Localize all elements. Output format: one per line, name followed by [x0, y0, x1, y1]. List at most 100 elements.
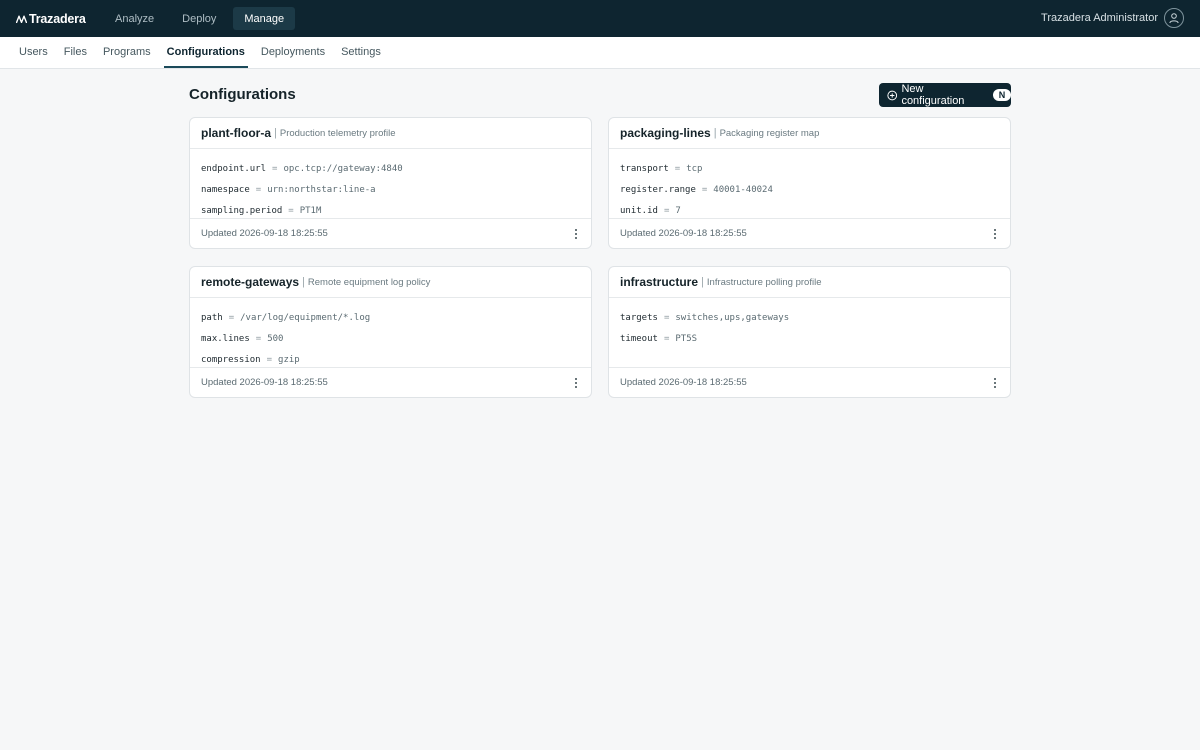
config-description: Packaging register map — [719, 127, 820, 139]
new-configuration-button[interactable]: New configuration N — [879, 83, 1011, 107]
user-icon — [1169, 13, 1179, 24]
entry-key: transport — [620, 163, 669, 174]
top-bar: Trazadera Analyze Deploy Manage Trazader… — [0, 0, 1200, 37]
config-entry: path = /var/log/equipment/*.log — [201, 307, 591, 328]
entry-value: tcp — [686, 163, 703, 174]
entry-value: urn:northstar:line-a — [267, 184, 376, 195]
config-description: Production telemetry profile — [279, 127, 396, 139]
config-entries: endpoint.url = opc.tcp://gateway:4840 na… — [190, 149, 591, 219]
tab-deployments[interactable]: Deployments — [258, 37, 328, 68]
tab-users[interactable]: Users — [16, 37, 51, 68]
updated-timestamp: Updated 2026-09-18 18:25:55 — [620, 377, 747, 388]
entry-equals: = — [255, 184, 262, 195]
card-footer: Updated 2026-09-18 18:25:55 — [190, 368, 591, 397]
updated-timestamp: Updated 2026-09-18 18:25:55 — [620, 228, 747, 239]
sub-nav: Users Files Programs Configurations Depl… — [0, 37, 1200, 69]
config-card-packaging-lines: packaging-lines | Packaging register map… — [608, 117, 1011, 249]
updated-timestamp: Updated 2026-09-18 18:25:55 — [201, 228, 328, 239]
entry-key: unit.id — [620, 205, 658, 216]
entry-key: register.range — [620, 184, 696, 195]
config-entries: transport = tcp register.range = 40001-4… — [609, 149, 1010, 219]
config-entry: unit.id = 7 — [620, 200, 1010, 221]
config-name[interactable]: packaging-lines — [620, 126, 711, 140]
entry-value: opc.tcp://gateway:4840 — [283, 163, 403, 174]
entry-value: switches,ups,gateways — [675, 312, 790, 323]
config-entry: register.range = 40001-40024 — [620, 179, 1010, 200]
card-header: infrastructure | Infrastructure polling … — [609, 267, 1010, 298]
config-entry: compression = gzip — [201, 349, 591, 370]
entry-key: max.lines — [201, 333, 250, 344]
entry-equals: = — [255, 333, 262, 344]
config-name[interactable]: infrastructure — [620, 275, 698, 289]
top-nav-item-analyze[interactable]: Analyze — [104, 7, 165, 30]
config-name[interactable]: plant-floor-a — [201, 126, 271, 140]
config-card-infrastructure: infrastructure | Infrastructure polling … — [608, 266, 1011, 398]
entry-equals: = — [272, 163, 278, 174]
config-entry: sampling.period = PT1M — [201, 200, 591, 221]
tab-programs[interactable]: Programs — [100, 37, 154, 68]
entry-key: sampling.period — [201, 205, 283, 216]
card-footer: Updated 2026-09-18 18:25:55 — [190, 219, 591, 248]
entry-value: gzip — [278, 354, 300, 365]
config-name[interactable]: remote-gateways — [201, 275, 299, 289]
entry-equals: = — [663, 205, 670, 216]
config-entry: endpoint.url = opc.tcp://gateway:4840 — [201, 158, 591, 179]
entry-key: timeout — [620, 333, 658, 344]
more-options-icon[interactable] — [990, 375, 1000, 391]
entry-value: 500 — [267, 333, 284, 344]
config-entry: namespace = urn:northstar:line-a — [201, 179, 591, 200]
more-options-icon[interactable] — [990, 226, 1000, 242]
plus-circle-icon — [887, 90, 898, 100]
brand-name: Trazadera — [29, 11, 86, 26]
entry-key: targets — [620, 312, 658, 323]
separator: | — [701, 276, 704, 288]
tab-settings[interactable]: Settings — [338, 37, 384, 68]
updated-timestamp: Updated 2026-09-18 18:25:55 — [201, 377, 328, 388]
entry-key: namespace — [201, 184, 250, 195]
config-card-plant-floor-a: plant-floor-a | Production telemetry pro… — [189, 117, 592, 249]
tab-files[interactable]: Files — [61, 37, 90, 68]
more-options-icon[interactable] — [571, 226, 581, 242]
tab-configurations[interactable]: Configurations — [163, 37, 248, 68]
card-footer: Updated 2026-09-18 18:25:55 — [609, 219, 1010, 248]
config-entries: path = /var/log/equipment/*.log max.line… — [190, 298, 591, 368]
entry-key: path — [201, 312, 223, 323]
entry-value: 40001-40024 — [713, 184, 773, 195]
entry-equals: = — [266, 354, 273, 365]
config-entries: targets = switches,ups,gateways timeout … — [609, 298, 1010, 368]
entry-equals: = — [701, 184, 708, 195]
entry-equals: = — [288, 205, 294, 216]
entry-key: compression — [201, 354, 261, 365]
user-menu[interactable]: Trazadera Administrator — [1041, 8, 1184, 28]
page-title: Configurations — [189, 86, 296, 103]
config-entry: transport = tcp — [620, 158, 1010, 179]
top-nav-item-manage[interactable]: Manage — [233, 7, 296, 30]
separator: | — [713, 127, 717, 139]
config-description: Remote equipment log policy — [307, 276, 431, 288]
entry-equals: = — [674, 163, 681, 174]
card-header: packaging-lines | Packaging register map — [609, 118, 1010, 149]
entry-value: /var/log/equipment/*.log — [240, 312, 371, 323]
user-name: Trazadera Administrator — [1041, 12, 1158, 24]
entry-equals: = — [663, 333, 670, 344]
top-nav: Analyze Deploy Manage — [104, 7, 301, 30]
separator: | — [274, 127, 277, 139]
card-header: remote-gateways | Remote equipment log p… — [190, 267, 591, 298]
top-nav-item-deploy[interactable]: Deploy — [171, 7, 227, 30]
card-footer: Updated 2026-09-18 18:25:55 — [609, 368, 1010, 397]
avatar[interactable] — [1164, 8, 1184, 28]
entry-value: PT1M — [299, 205, 322, 216]
entry-value: 7 — [675, 205, 681, 216]
brand-mark-icon — [16, 15, 27, 23]
more-options-icon[interactable] — [571, 375, 581, 391]
shortcut-badge: N — [993, 89, 1011, 101]
config-entry: targets = switches,ups,gateways — [620, 307, 1010, 328]
entry-equals: = — [663, 312, 670, 323]
brand-logo[interactable]: Trazadera — [16, 12, 100, 26]
config-description: Infrastructure polling profile — [706, 276, 822, 288]
config-entry: max.lines = 500 — [201, 328, 591, 349]
entry-value: PT5S — [675, 333, 698, 344]
separator: | — [302, 276, 305, 288]
card-header: plant-floor-a | Production telemetry pro… — [190, 118, 591, 149]
config-entry: timeout = PT5S — [620, 328, 1010, 349]
